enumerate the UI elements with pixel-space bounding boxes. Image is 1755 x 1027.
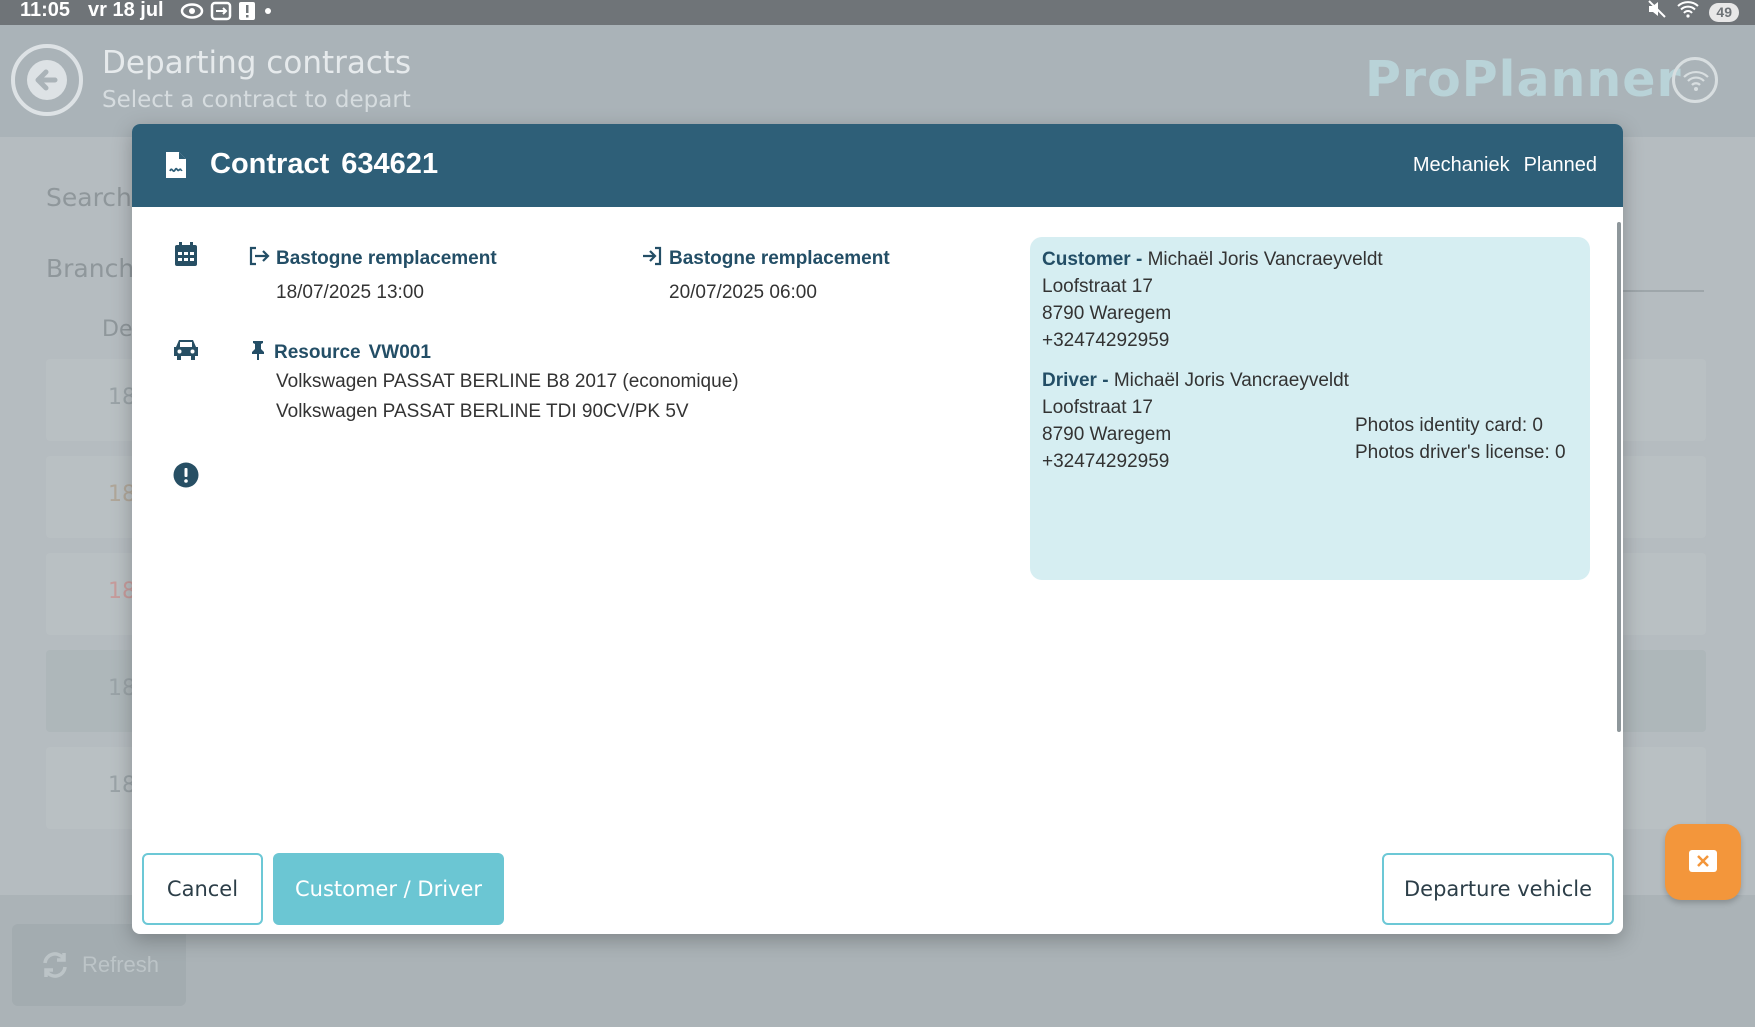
driver-name: Michaël Joris Vancraeyveldt [1113,370,1349,391]
resource-heading: Resource VW001 [250,340,431,366]
cancel-button[interactable]: Cancel [142,853,263,925]
eye-icon [180,2,204,20]
arrow-left-icon [27,60,67,100]
wifi-icon [1677,0,1700,24]
drivers-license-photos: Photos driver's license: 0 [1355,442,1566,463]
contract-document-icon [164,150,188,185]
page-subtitle: Select a contract to depart [102,87,411,113]
status-label: Planned [1523,154,1597,176]
title-prefix: Contract [210,148,330,180]
customer-street: Loofstraat 17 [1042,276,1153,297]
identity-card-photos: Photos identity card: 0 [1355,415,1543,436]
customer-city: 8790 Waregem [1042,303,1172,324]
branch-label: Branch [46,254,135,283]
divider [1620,290,1704,292]
dialog-header: Contract 634621 Mechaniek Planned [132,124,1623,207]
page-title: Departing contracts [102,45,412,81]
battery-indicator: 49 [1709,2,1739,22]
refresh-icon [43,952,67,978]
departure-datetime: 18/07/2025 13:00 [276,282,424,303]
vehicle-variant: Volkswagen PASSAT BERLINE TDI 90CV/PK 5V [276,401,689,422]
connection-button[interactable] [1672,57,1718,103]
cast-icon [210,1,232,21]
pin-icon [250,340,266,366]
customer-phone: +32474292959 [1042,330,1170,351]
app-bar: Departing contracts Select a contract to… [0,25,1755,137]
customer-driver-button[interactable]: Customer / Driver [273,853,504,925]
driver-city: 8790 Waregem [1042,424,1172,445]
close-icon [1697,855,1709,867]
driver-role: Driver - [1042,370,1109,391]
refresh-label: Refresh [82,952,160,977]
driver-phone: +32474292959 [1042,451,1170,472]
driver-info: Driver - Michaël Joris Vancraeyveldt Loo… [1042,367,1349,475]
calendar-icon [174,241,198,272]
resource-code: VW001 [368,342,431,363]
customer-driver-panel: Customer - Michaël Joris Vancraeyveldt L… [1030,237,1590,580]
scrollbar[interactable] [1617,222,1621,732]
wifi-icon [1683,70,1709,91]
sign-out-icon [248,246,270,272]
departure-vehicle-button[interactable]: Departure vehicle [1382,853,1614,925]
alert-icon [238,1,256,21]
status-bar: 11:05 vr 18 jul 49 [0,0,1755,25]
departure-info: Bastogne remplacement 18/07/2025 13:00 [248,246,497,304]
car-icon [172,337,200,366]
status-time: 11:05 [20,0,71,21]
customer-info: Customer - Michaël Joris Vancraeyveldt L… [1042,246,1383,354]
brand-logo: ProPlanner [1365,51,1682,108]
mute-icon [1647,0,1667,24]
photo-counts: Photos identity card: 0 Photos driver's … [1355,412,1566,466]
contract-dialog: Contract 634621 Mechaniek Planned Bastog… [132,124,1623,934]
customer-name: Michaël Joris Vancraeyveldt [1147,249,1383,270]
search-label: Search [46,183,132,212]
return-datetime: 20/07/2025 06:00 [669,282,817,303]
return-location: Bastogne remplacement [669,248,890,269]
dialog-title: Contract 634621 [210,148,438,181]
status-date: vr 18 jul [88,0,164,21]
contract-number: 634621 [341,148,439,180]
refresh-button[interactable]: Refresh [12,924,186,1006]
vehicle-model: Volkswagen PASSAT BERLINE B8 2017 (econo… [276,371,739,392]
close-fab-button[interactable] [1665,824,1741,900]
sign-in-icon [641,246,663,272]
column-header: De [102,317,133,342]
driver-street: Loofstraat 17 [1042,397,1153,418]
dot-icon [262,5,274,17]
resource-label: Resource [274,342,361,363]
back-button[interactable] [11,44,83,116]
customer-role: Customer - [1042,249,1143,270]
category-label: Mechaniek [1412,154,1510,176]
departure-location: Bastogne remplacement [276,248,497,269]
exclamation-circle-icon [173,462,199,493]
return-info: Bastogne remplacement 20/07/2025 06:00 [641,246,890,304]
